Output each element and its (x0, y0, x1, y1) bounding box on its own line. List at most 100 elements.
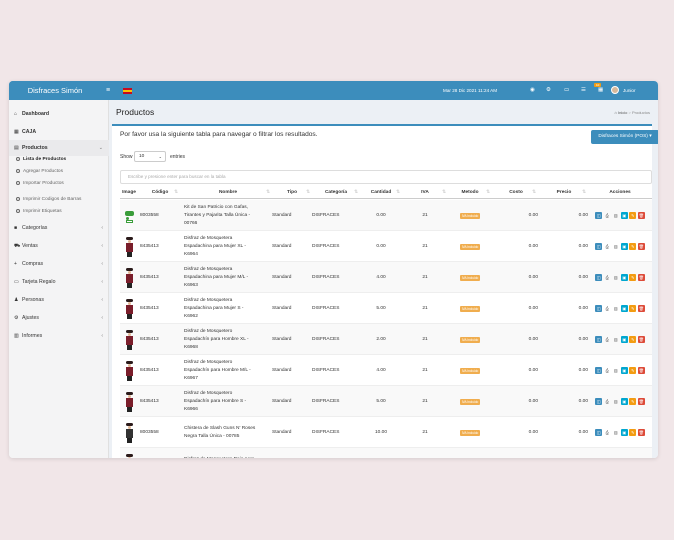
user-name[interactable]: Junior (623, 81, 636, 100)
delete-icon[interactable]: 🗑 (637, 274, 645, 281)
column-header-nombre[interactable]: Nombre ⇅ (184, 187, 272, 199)
print-icon[interactable]: ⎙ (604, 212, 611, 219)
image-icon[interactable]: ▣ (620, 305, 628, 312)
product-thumbnail[interactable] (125, 391, 134, 412)
image-icon[interactable]: ▣ (620, 274, 628, 281)
column-header-metodo[interactable]: Metodo ⇅ (448, 187, 492, 199)
delete-icon[interactable]: 🗑 (637, 243, 645, 250)
sidebar-item-personas[interactable]: ♟ Personas ‹ (9, 292, 109, 308)
brand-logo[interactable]: Disfraces Simón (9, 81, 101, 100)
sidebar-subitem[interactable]: Importar Productos (9, 178, 109, 190)
view-icon[interactable]: ◫ (595, 398, 603, 405)
delete-icon[interactable]: 🗑 (637, 367, 645, 374)
sidebar-item-informes[interactable]: ▥ Informes ‹ (9, 328, 109, 344)
print-icon[interactable]: ⎙ (604, 429, 611, 436)
sidebar-item-tarjeta-regalo[interactable]: ▭ Tarjeta Regalo ‹ (9, 274, 109, 290)
table-row[interactable]: 8435413 Disfraz de Mosquetero Espadachín p… (120, 324, 652, 355)
sidebar-item-ventas[interactable]: ⛟ Ventas ‹ (9, 238, 109, 254)
product-thumbnail[interactable] (125, 360, 134, 381)
language-flag-icon[interactable] (123, 88, 132, 94)
image-icon[interactable]: ▣ (620, 243, 628, 250)
delete-icon[interactable]: 🗑 (637, 398, 645, 405)
edit-icon[interactable]: ✎ (629, 429, 637, 436)
sort-icon[interactable]: ⇅ (582, 187, 586, 199)
store-dropdown-button[interactable]: Disfraces Simón (POS) ▾ (591, 130, 658, 144)
product-thumbnail[interactable] (125, 422, 134, 443)
sidebar-subitem[interactable]: Agregar Productos (9, 166, 109, 178)
column-header-tipo[interactable]: Tipo ⇅ (272, 187, 312, 199)
table-row[interactable]: 8435413 Disfraz de Mosquetero Espadachín p… (120, 355, 652, 386)
print-icon[interactable]: ⎙ (604, 243, 611, 250)
sort-icon[interactable]: ⇅ (532, 187, 536, 199)
edit-icon[interactable]: ✎ (629, 336, 637, 343)
view-icon[interactable]: ◫ (595, 243, 603, 250)
table-row[interactable]: 8003558 Chistera de Slash Guns N' Roses Ne… (120, 417, 652, 448)
column-header-acciones[interactable]: Acciones (588, 187, 652, 199)
table-row[interactable]: 8435413 Disfraz de Mosquetera Espadachina … (120, 293, 652, 324)
view-icon[interactable]: ◫ (595, 336, 603, 343)
delete-icon[interactable]: 🗑 (637, 336, 645, 343)
barcode-icon[interactable]: ▥ (612, 274, 619, 281)
product-thumbnail[interactable] (125, 329, 134, 350)
sidebar-item-dashboard[interactable]: ⌂ Dashboard (9, 106, 109, 122)
column-header-image[interactable]: Image (120, 187, 138, 199)
view-icon[interactable]: ◫ (595, 367, 603, 374)
edit-icon[interactable]: ✎ (629, 212, 637, 219)
sort-icon[interactable]: ⇅ (486, 187, 490, 199)
barcode-icon[interactable]: ▥ (612, 305, 619, 312)
table-search-input[interactable]: Escribe y presione enter para buscar en … (120, 170, 652, 184)
delete-icon[interactable]: 🗑 (637, 305, 645, 312)
sort-icon[interactable]: ⇅ (306, 187, 310, 199)
product-thumbnail[interactable] (125, 236, 134, 257)
table-row[interactable]: 8435413 Disfraz de Mosquetera Espadachina … (120, 262, 652, 293)
sidebar-subitem[interactable]: Imprimir Codigos de Barras (9, 194, 109, 206)
image-icon[interactable]: ▣ (620, 398, 628, 405)
edit-icon[interactable]: ✎ (629, 305, 637, 312)
product-thumbnail[interactable] (125, 298, 134, 319)
edit-icon[interactable]: ✎ (629, 243, 637, 250)
delete-icon[interactable]: 🗑 (637, 429, 645, 436)
barcode-icon[interactable]: ▥ (612, 243, 619, 250)
sidebar-item-compras[interactable]: + Compras ‹ (9, 256, 109, 272)
table-row[interactable]: 8003558 Kit de San Patricio con Gafas, Tir… (120, 200, 652, 231)
barcode-icon[interactable]: ▥ (612, 398, 619, 405)
pos-icon[interactable]: ▭ (564, 81, 569, 100)
sidebar-item-categorías[interactable]: ■ Categorías ‹ (9, 220, 109, 236)
print-icon[interactable]: ⎙ (604, 274, 611, 281)
column-header-iva[interactable]: IVA ⇅ (402, 187, 448, 199)
print-icon[interactable]: ⎙ (604, 336, 611, 343)
product-thumbnail[interactable] (124, 206, 134, 226)
sort-icon[interactable]: ⇅ (442, 187, 446, 199)
sidebar-item-ajustes[interactable]: ⚙ Ajustes ‹ (9, 310, 109, 326)
sidebar-subitem[interactable]: Lista de Productos (9, 154, 109, 166)
dashboard-shortcut-icon[interactable]: ◉ (530, 81, 535, 100)
barcode-icon[interactable]: ▥ (612, 367, 619, 374)
column-header-costo[interactable]: Costo ⇅ (494, 187, 538, 199)
sort-icon[interactable]: ⇅ (174, 187, 178, 199)
sort-icon[interactable]: ⇅ (266, 187, 270, 199)
column-header-cantidad[interactable]: Cantidad ⇅ (360, 187, 402, 199)
column-header-precio[interactable]: Precio ⇅ (540, 187, 588, 199)
product-thumbnail[interactable] (125, 453, 134, 458)
print-icon[interactable]: ⎙ (604, 398, 611, 405)
view-icon[interactable]: ◫ (595, 212, 603, 219)
menu-toggle-icon[interactable]: ≡ (106, 81, 110, 100)
table-row[interactable]: 8435413 Disfraz de Mosquetero Espadachín p… (120, 386, 652, 417)
sort-icon[interactable]: ⇅ (396, 187, 400, 199)
edit-icon[interactable]: ✎ (629, 398, 637, 405)
table-row[interactable]: 8435413 Disfraz de Mosquetera Espadachina … (120, 231, 652, 262)
view-icon[interactable]: ◫ (595, 274, 603, 281)
barcode-icon[interactable]: ▥ (612, 429, 619, 436)
print-icon[interactable]: ⎙ (604, 305, 611, 312)
settings-icon[interactable]: ⚙ (546, 81, 551, 100)
product-thumbnail[interactable] (125, 267, 134, 288)
edit-icon[interactable]: ✎ (629, 274, 637, 281)
barcode-icon[interactable]: ▥ (612, 336, 619, 343)
sort-icon[interactable]: ⇅ (354, 187, 358, 199)
page-size-select[interactable]: 10 ⌄ (134, 151, 166, 162)
image-icon[interactable]: ▣ (620, 429, 628, 436)
edit-icon[interactable]: ✎ (629, 367, 637, 374)
print-icon[interactable]: ⎙ (604, 367, 611, 374)
breadcrumb-home[interactable]: Inicio (618, 110, 627, 115)
list-icon[interactable]: ☰ (581, 81, 586, 100)
